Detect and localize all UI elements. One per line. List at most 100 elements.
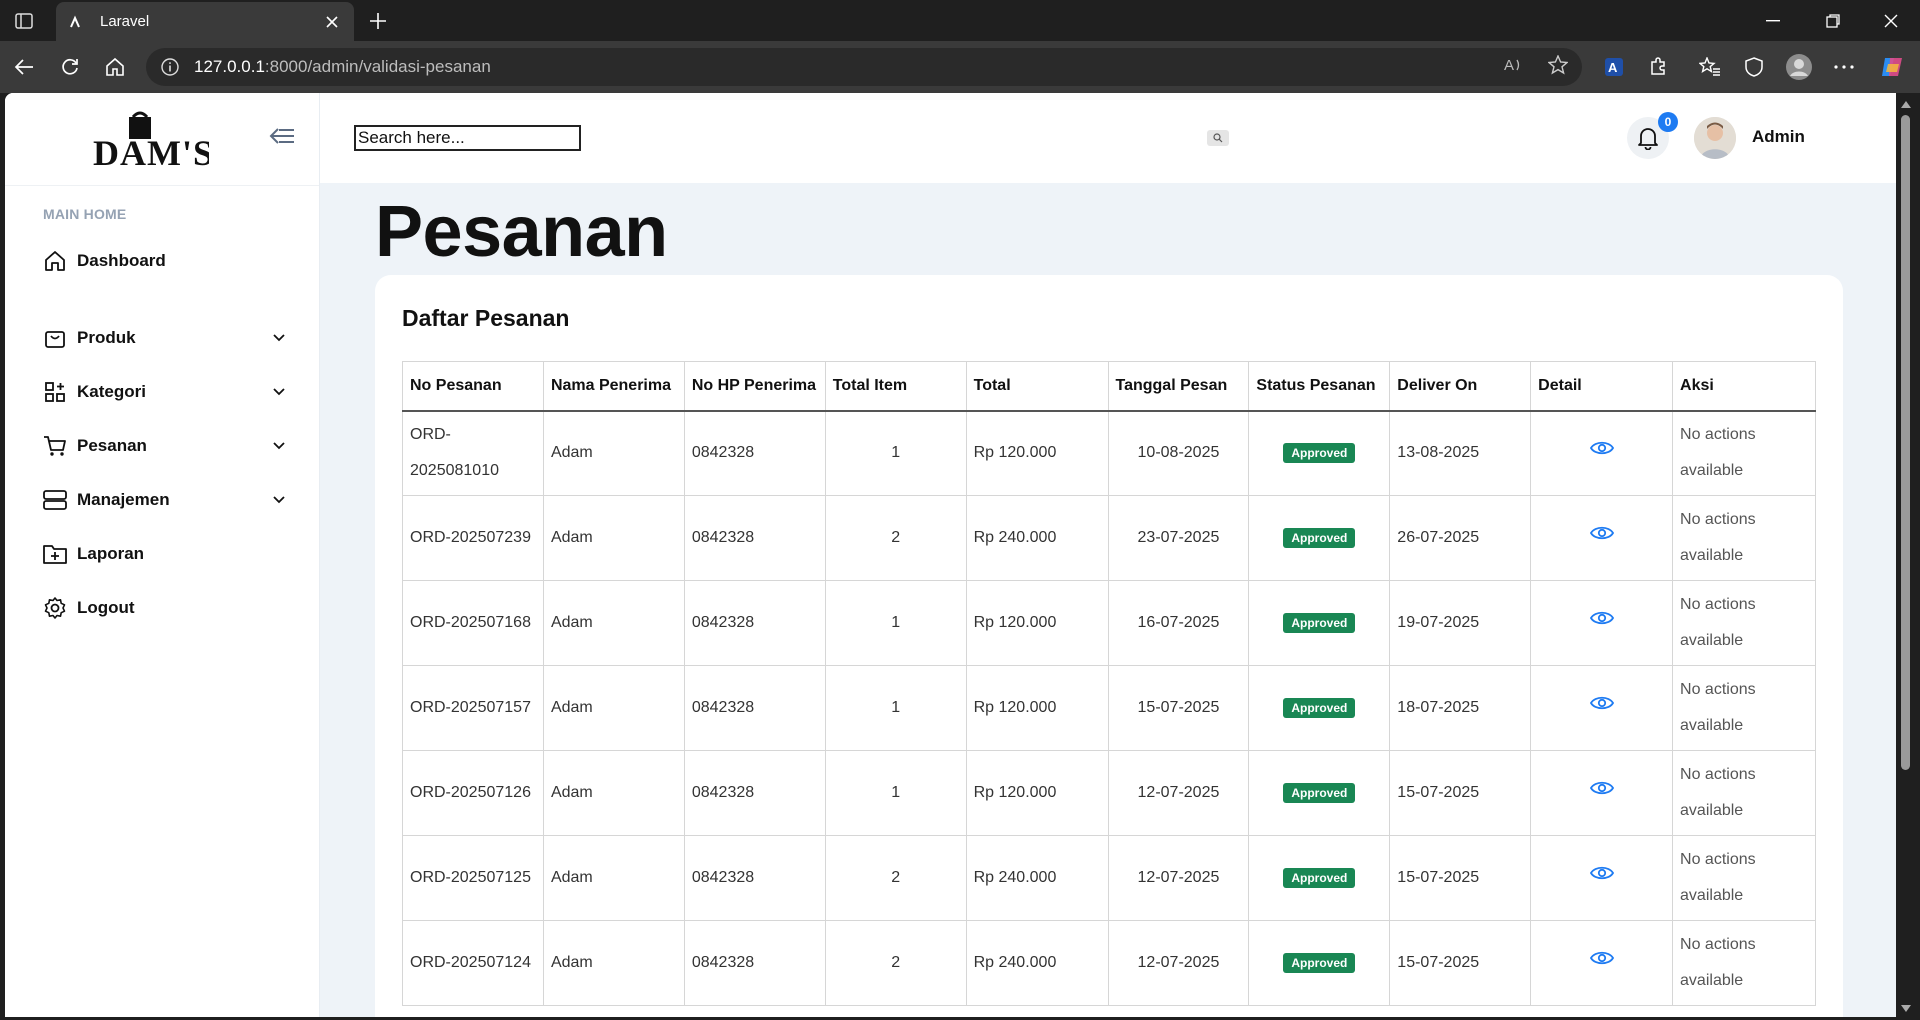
shield-icon[interactable] (1738, 51, 1770, 83)
read-aloud-icon[interactable]: A (1504, 56, 1524, 79)
column-header[interactable]: Tanggal Pesan (1107, 361, 1250, 412)
column-header[interactable]: Detail (1530, 361, 1674, 412)
column-header[interactable]: Deliver On (1389, 361, 1532, 412)
svg-text:A: A (1608, 60, 1618, 75)
search-button[interactable] (1207, 130, 1229, 146)
recipient-phone: 0842328 (683, 410, 826, 496)
recipient-name: Adam (542, 495, 685, 581)
orders-table: No Pesanan Nama Penerima No HP Penerima … (402, 361, 1816, 1006)
recipient-name: Adam (542, 750, 685, 836)
sidebar-item-produk[interactable]: Produk (43, 320, 288, 356)
detail-cell (1530, 410, 1674, 496)
sidebar-item-laporan[interactable]: Laporan (43, 536, 288, 572)
favorites-icon[interactable] (1694, 51, 1726, 83)
detail-cell (1530, 665, 1674, 751)
page-scrollbar[interactable] (1896, 93, 1915, 1017)
deliver-date: 15-07-2025 (1389, 920, 1532, 1006)
sidebar-toggle-icon[interactable] (8, 8, 40, 34)
column-header[interactable]: Total Item (824, 361, 967, 412)
search-icon (1213, 133, 1223, 143)
order-date: 23-07-2025 (1107, 495, 1250, 581)
gear-icon (43, 596, 67, 620)
status-cell: Approved (1248, 750, 1391, 836)
brand-logo[interactable]: DAM'S (93, 111, 213, 174)
detail-cell (1530, 495, 1674, 581)
browser-tab[interactable]: Laravel (56, 2, 354, 41)
order-number: ORD-202507124 (402, 920, 544, 1006)
column-header[interactable]: No HP Penerima (683, 361, 826, 412)
sidebar-item-label: Logout (77, 598, 135, 617)
recipient-phone: 0842328 (683, 580, 826, 666)
reload-icon[interactable] (54, 51, 86, 83)
sidebar-item-label: Kategori (77, 382, 146, 401)
top-header: 0 Admin (320, 93, 1896, 183)
column-header[interactable]: Status Pesanan (1248, 361, 1391, 412)
scroll-thumb[interactable] (1901, 115, 1910, 770)
collapse-sidebar-icon[interactable] (269, 127, 295, 150)
site-info-icon[interactable] (160, 57, 180, 77)
scroll-up-icon[interactable] (1900, 99, 1911, 109)
view-detail-icon[interactable] (1589, 693, 1615, 713)
close-window-icon[interactable] (1863, 0, 1919, 41)
home-browser-icon[interactable] (99, 51, 131, 83)
notification-count-badge: 0 (1658, 112, 1678, 132)
search-input[interactable] (354, 125, 581, 151)
recipient-name: Adam (542, 410, 685, 496)
sidebar-item-label: Dashboard (77, 251, 166, 270)
view-detail-icon[interactable] (1589, 863, 1615, 883)
avatar[interactable] (1694, 117, 1736, 159)
status-badge: Approved (1283, 698, 1356, 718)
scroll-down-icon[interactable] (1900, 1003, 1911, 1013)
address-bar[interactable]: 127.0.0.1:8000/admin/validasi-pesanan A (146, 48, 1582, 86)
svg-text:DAM'S: DAM'S (93, 133, 209, 169)
new-tab-icon[interactable] (364, 7, 392, 35)
minimize-icon[interactable] (1745, 0, 1801, 41)
tab-close-icon[interactable] (322, 12, 342, 32)
view-detail-icon[interactable] (1589, 778, 1615, 798)
more-icon[interactable] (1828, 51, 1860, 83)
status-cell: Approved (1248, 835, 1391, 921)
column-header[interactable]: No Pesanan (402, 361, 544, 412)
table-row: ORD-202507126 Adam 0842328 1 Rp 120.000 12-07… (402, 750, 1816, 836)
order-date: 12-07-2025 (1107, 920, 1250, 1006)
restore-icon[interactable] (1805, 0, 1861, 41)
status-cell: Approved (1248, 580, 1391, 666)
sidebar-item-manajemen[interactable]: Manajemen (43, 482, 288, 518)
folder-plus-icon (43, 542, 67, 566)
sidebar-item-label: Laporan (77, 544, 145, 563)
browser-toolbar: 127.0.0.1:8000/admin/validasi-pesanan A … (0, 41, 1920, 93)
extensions-icon[interactable] (1642, 51, 1674, 83)
profile-icon[interactable] (1783, 51, 1815, 83)
sidebar-item-logout[interactable]: Logout (43, 590, 288, 626)
total-items: 2 (824, 920, 967, 1006)
column-header[interactable]: Nama Penerima (542, 361, 685, 412)
view-detail-icon[interactable] (1589, 438, 1615, 458)
sidebar-item-kategori[interactable]: Kategori (43, 374, 288, 410)
column-header[interactable]: Aksi (1672, 361, 1816, 412)
brand-area: DAM'S (5, 93, 319, 186)
user-name[interactable]: Admin (1752, 127, 1805, 147)
status-cell: Approved (1248, 665, 1391, 751)
recipient-name: Adam (542, 580, 685, 666)
view-detail-icon[interactable] (1589, 948, 1615, 968)
order-date: 10-08-2025 (1107, 410, 1250, 496)
translate-icon[interactable]: A (1598, 51, 1630, 83)
order-date: 16-07-2025 (1107, 580, 1250, 666)
sidebar-item-pesanan[interactable]: Pesanan (43, 428, 288, 464)
column-header[interactable]: Total (965, 361, 1109, 412)
sidebar-item-dashboard[interactable]: Dashboard (43, 243, 288, 279)
table-row: ORD-202507157 Adam 0842328 1 Rp 120.000 15-07… (402, 665, 1816, 751)
orders-card: Daftar Pesanan No Pesanan Nama Penerima … (375, 275, 1843, 1017)
sidebar: DAM'S MAIN HOME Dashboard Produk Kategor… (5, 93, 320, 1017)
actions-text: No actions available (1672, 495, 1816, 581)
browser-tabbar: Laravel (0, 0, 1920, 41)
actions-text: No actions available (1672, 835, 1816, 921)
table-row: ORD-202507125 Adam 0842328 2 Rp 240.000 12-07… (402, 835, 1816, 921)
total-items: 1 (824, 665, 967, 751)
view-detail-icon[interactable] (1589, 608, 1615, 628)
detail-cell (1530, 920, 1674, 1006)
back-icon[interactable] (8, 51, 40, 83)
copilot-icon[interactable] (1876, 51, 1908, 83)
view-detail-icon[interactable] (1589, 523, 1615, 543)
favorite-star-icon[interactable] (1547, 53, 1569, 80)
